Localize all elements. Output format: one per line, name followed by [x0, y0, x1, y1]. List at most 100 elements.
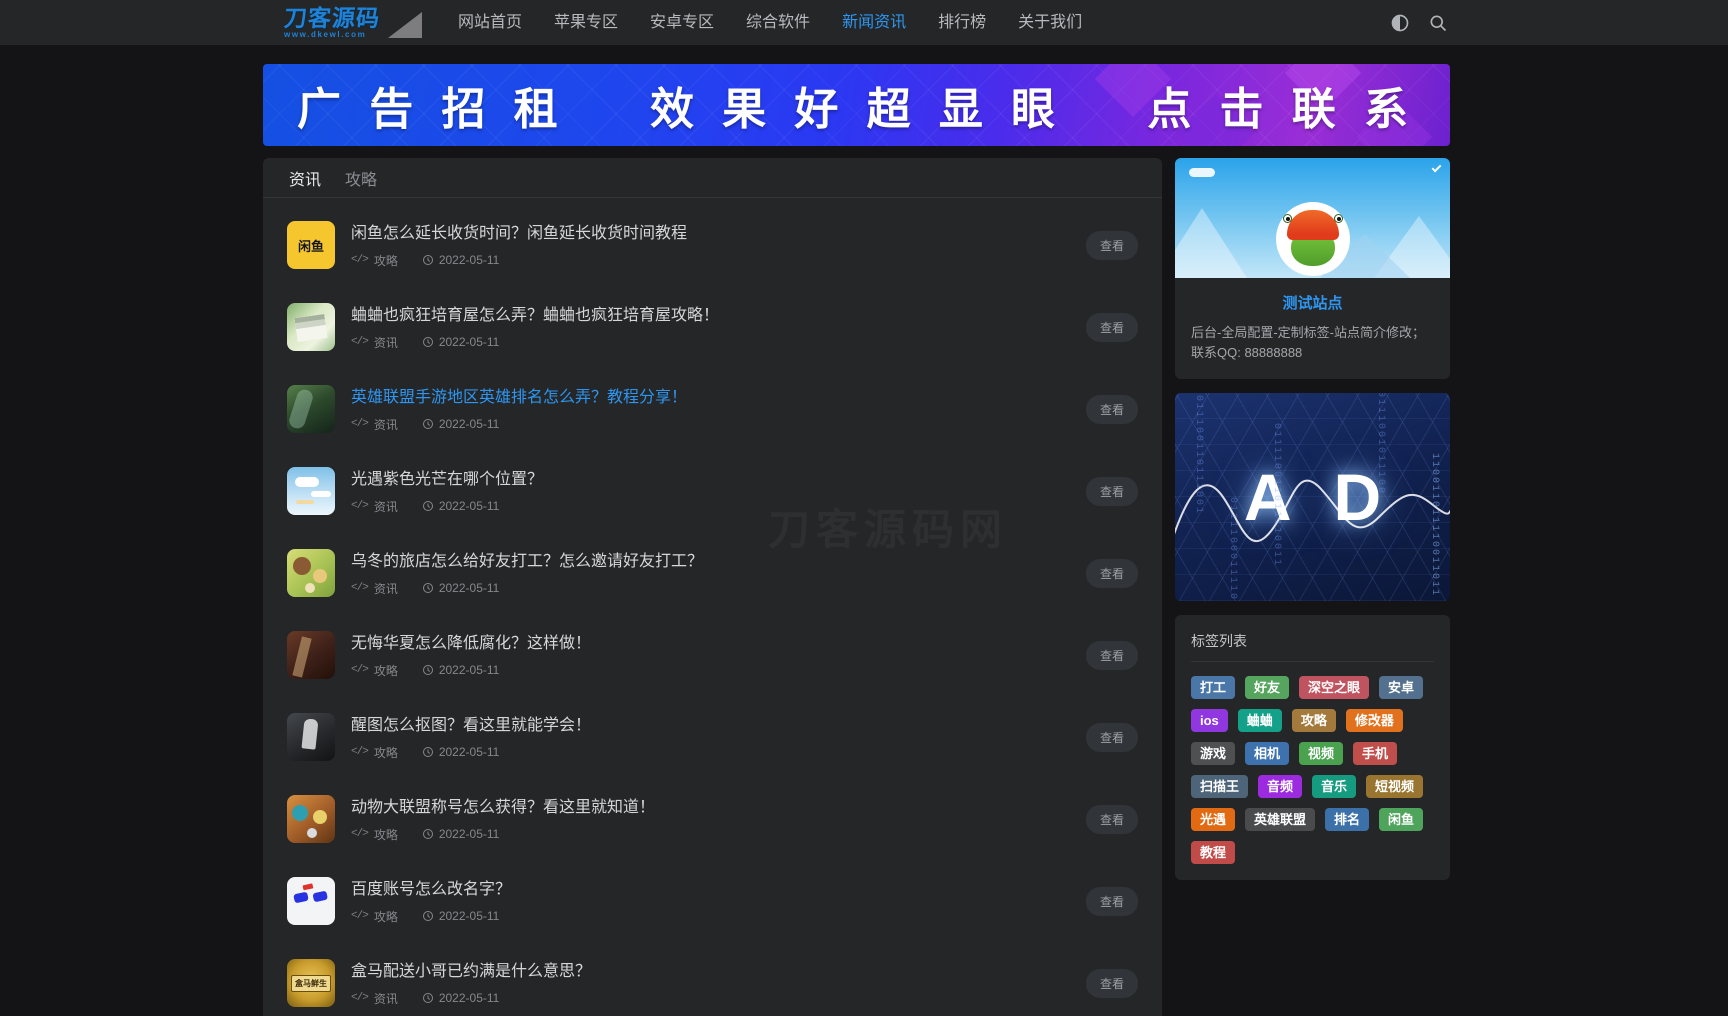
- article-row[interactable]: 百度账号怎么改名字？ </> 攻略 2022-05-11 查看: [263, 860, 1162, 942]
- tag-chip[interactable]: 光遇: [1191, 808, 1236, 831]
- article-thumbnail[interactable]: [287, 303, 335, 351]
- view-button[interactable]: 查看: [1085, 312, 1138, 342]
- nav-item[interactable]: 排行榜: [922, 0, 1002, 45]
- nav-item[interactable]: 关于我们: [1002, 0, 1098, 45]
- tag-chip[interactable]: ios: [1191, 709, 1228, 732]
- tag-chip[interactable]: 短视频: [1366, 775, 1424, 798]
- article-row[interactable]: 光遇紫色光芒在哪个位置？ </> 资讯 2022-05-11 查看: [263, 450, 1162, 532]
- article-thumbnail[interactable]: [287, 713, 335, 761]
- mountain-decoration: [1175, 208, 1247, 278]
- search-icon[interactable]: [1428, 13, 1448, 33]
- nav-item[interactable]: 新闻资讯: [826, 0, 922, 45]
- tag-chip[interactable]: 相机: [1245, 742, 1290, 765]
- article-title[interactable]: 百度账号怎么改名字？: [351, 880, 1086, 900]
- article-row[interactable]: 动物大联盟称号怎么获得？看这里就知道！ </> 攻略 2022-05-11 查看: [263, 778, 1162, 860]
- tag-chip[interactable]: 视频: [1299, 742, 1344, 765]
- logo-subtitle: www.dkewl.com: [284, 29, 367, 39]
- article-category: 攻略: [373, 909, 398, 924]
- nav-item[interactable]: 综合软件: [730, 0, 826, 45]
- article-body: 百度账号怎么改名字？ </> 攻略 2022-05-11: [351, 878, 1086, 925]
- article-row[interactable]: 蛐蛐也疯狂培育屋怎么弄？蛐蛐也疯狂培育屋攻略！ </> 资讯 2022-05-1…: [263, 286, 1162, 368]
- article-body: 蛐蛐也疯狂培育屋怎么弄？蛐蛐也疯狂培育屋攻略！ </> 资讯 2022-05-1…: [351, 304, 1086, 351]
- view-button[interactable]: 查看: [1085, 230, 1138, 260]
- article-meta: </> 攻略 2022-05-11: [351, 908, 1086, 925]
- nav-item[interactable]: 网站首页: [442, 0, 538, 45]
- site-name-link[interactable]: 测试站点: [1175, 292, 1450, 313]
- article-body: 乌冬的旅店怎么给好友打工？怎么邀请好友打工？ </> 资讯 2022-05-11: [351, 550, 1086, 597]
- tag-chip[interactable]: 教程: [1191, 841, 1236, 864]
- article-title[interactable]: 动物大联盟称号怎么获得？看这里就知道！: [351, 798, 1086, 818]
- tag-chip[interactable]: 扫描王: [1191, 775, 1249, 798]
- article-date: 2022-05-11: [438, 499, 500, 513]
- article-row[interactable]: 醒图怎么抠图？看这里就能学会！ </> 攻略 2022-05-11 查看: [263, 696, 1162, 778]
- content-container: 广 告 招 租 效 果 好 超 显 眼 点 击 联 系 资讯 攻略 闲鱼 闲鱼怎…: [263, 45, 1450, 1016]
- article-thumbnail[interactable]: [287, 549, 335, 597]
- article-thumbnail[interactable]: [287, 631, 335, 679]
- article-row[interactable]: 乌冬的旅店怎么给好友打工？怎么邀请好友打工？ </> 资讯 2022-05-11…: [263, 532, 1162, 614]
- tag-chip[interactable]: 手机: [1353, 742, 1398, 765]
- tag-chip[interactable]: 修改器: [1345, 709, 1403, 732]
- view-button[interactable]: 查看: [1085, 476, 1138, 506]
- article-meta: </> 资讯 2022-05-11: [351, 416, 1086, 433]
- article-body: 盒马配送小哥已约满是什么意思？ </> 资讯 2022-05-11: [351, 960, 1086, 1007]
- tag-chip[interactable]: 蛐蛐: [1237, 709, 1282, 732]
- nav-item[interactable]: 安卓专区: [634, 0, 730, 45]
- tag-chip[interactable]: 打工: [1191, 676, 1236, 699]
- avatar-eye: [1282, 214, 1292, 223]
- tab-guides[interactable]: 攻略: [345, 166, 377, 190]
- tag-chip[interactable]: 闲鱼: [1379, 808, 1424, 831]
- view-button[interactable]: 查看: [1085, 722, 1138, 752]
- article-row[interactable]: 闲鱼 闲鱼怎么延长收货时间？闲鱼延长收货时间教程 </> 攻略 2022-05-…: [263, 204, 1162, 286]
- article-meta: </> 攻略 2022-05-11: [351, 662, 1086, 679]
- tag-chip[interactable]: 排名: [1325, 808, 1370, 831]
- article-thumbnail[interactable]: [287, 385, 335, 433]
- nav-item[interactable]: 苹果专区: [538, 0, 634, 45]
- view-button[interactable]: 查看: [1085, 394, 1138, 424]
- article-thumbnail[interactable]: [287, 795, 335, 843]
- article-category: 攻略: [373, 663, 398, 678]
- tag-chip[interactable]: 攻略: [1291, 709, 1336, 732]
- site-logo[interactable]: 刀客源码 www.dkewl.com: [283, 5, 424, 40]
- top-ad-banner[interactable]: 广 告 招 租 效 果 好 超 显 眼 点 击 联 系: [263, 64, 1450, 146]
- tag-chip[interactable]: 安卓: [1379, 676, 1424, 699]
- view-button[interactable]: 查看: [1085, 640, 1138, 670]
- article-title[interactable]: 醒图怎么抠图？看这里就能学会！: [351, 716, 1086, 736]
- article-title[interactable]: 光遇紫色光芒在哪个位置？: [351, 470, 1086, 490]
- article-date-wrap: 2022-05-11: [422, 581, 499, 595]
- view-button[interactable]: 查看: [1085, 558, 1138, 588]
- sidebar-ad-image[interactable]: A D 1011100110111001 011110011011110011 10…: [1175, 393, 1450, 601]
- article-title[interactable]: 蛐蛐也疯狂培育屋怎么弄？蛐蛐也疯狂培育屋攻略！: [351, 306, 1086, 326]
- article-thumbnail[interactable]: [287, 877, 335, 925]
- tab-news[interactable]: 资讯: [289, 166, 321, 190]
- view-button[interactable]: 查看: [1085, 968, 1138, 998]
- tag-chip[interactable]: 音频: [1258, 775, 1303, 798]
- category-icon: </>: [351, 336, 369, 348]
- article-date-wrap: 2022-05-11: [422, 991, 499, 1005]
- article-row[interactable]: 盒马鲜生 盒马配送小哥已约满是什么意思？ </> 资讯 2022-05-11 查…: [263, 942, 1162, 1016]
- article-row[interactable]: 英雄联盟手游地区英雄排名怎么弄？教程分享！ </> 资讯 2022-05-11 …: [263, 368, 1162, 450]
- category-icon: </>: [351, 500, 369, 512]
- article-title[interactable]: 闲鱼怎么延长收货时间？闲鱼延长收货时间教程: [351, 224, 1086, 244]
- view-button[interactable]: 查看: [1085, 804, 1138, 834]
- article-title[interactable]: 盒马配送小哥已约满是什么意思？: [351, 962, 1086, 982]
- article-title[interactable]: 英雄联盟手游地区英雄排名怎么弄？教程分享！: [351, 388, 1086, 408]
- view-button[interactable]: 查看: [1085, 886, 1138, 916]
- tag-chip[interactable]: 深空之眼: [1299, 676, 1370, 699]
- category-icon: </>: [351, 664, 369, 676]
- article-meta: </> 攻略 2022-05-11: [351, 744, 1086, 761]
- article-thumbnail[interactable]: [287, 467, 335, 515]
- article-date-wrap: 2022-05-11: [422, 827, 499, 841]
- article-thumbnail[interactable]: 闲鱼: [287, 221, 335, 269]
- article-body: 英雄联盟手游地区英雄排名怎么弄？教程分享！ </> 资讯 2022-05-11: [351, 386, 1086, 433]
- theme-toggle-icon[interactable]: [1390, 13, 1410, 33]
- article-row[interactable]: 无悔华夏怎么降低腐化？这样做！ </> 攻略 2022-05-11 查看: [263, 614, 1162, 696]
- article-thumbnail[interactable]: 盒马鲜生: [287, 959, 335, 1007]
- clock-icon: [422, 911, 433, 921]
- tag-chip[interactable]: 游戏: [1191, 742, 1236, 765]
- article-title[interactable]: 无悔华夏怎么降低腐化？这样做！: [351, 634, 1086, 654]
- tag-chip[interactable]: 音乐: [1312, 775, 1357, 798]
- tag-chip[interactable]: 好友: [1245, 676, 1290, 699]
- sidebar: 测试站点 后台-全局配置-定制标签-站点简介修改；联系QQ: 88888888 …: [1175, 158, 1450, 880]
- article-title[interactable]: 乌冬的旅店怎么给好友打工？怎么邀请好友打工？: [351, 552, 1086, 572]
- tag-chip[interactable]: 英雄联盟: [1245, 808, 1316, 831]
